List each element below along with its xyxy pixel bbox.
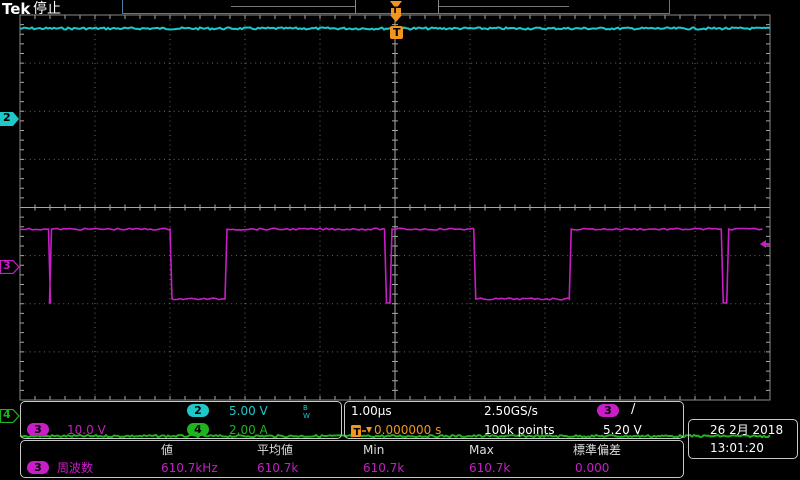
acquisition-status: 停止: [33, 1, 61, 17]
time-per-division[interactable]: 1.00µs: [351, 404, 392, 418]
measurement-value: 610.7kHz: [161, 461, 218, 475]
ch2-scale[interactable]: 5.00 V: [229, 404, 268, 418]
ch3-scale[interactable]: 10.0 V: [67, 423, 106, 437]
ch4-ground-marker[interactable]: 4: [0, 408, 20, 424]
measurement-name[interactable]: 周波数: [57, 461, 93, 475]
ch3-waveform: [19, 227, 763, 304]
trigger-level-marker[interactable]: [760, 234, 770, 248]
trigger-level[interactable]: 5.20 V: [603, 423, 642, 437]
ch4-badge[interactable]: 4: [187, 423, 209, 436]
measurement-header-min: Min: [363, 443, 385, 457]
date-display: 26 2月 2018: [710, 423, 784, 437]
measurement-mean: 610.7k: [257, 461, 299, 475]
sample-rate: 2.50GS/s: [484, 404, 538, 418]
measurement-channel-badge[interactable]: 3: [27, 461, 49, 474]
timebase-trigger-panel[interactable]: 1.00µs 2.50GS/s T 0.000000 s 100k points…: [344, 401, 684, 439]
measurement-panel[interactable]: 値 平均値 Min Max 標準偏差 3 周波数 610.7kHz 610.7k…: [20, 440, 684, 478]
measurement-stddev: 0.000: [575, 461, 610, 475]
trigger-point-label: T: [393, 26, 401, 39]
ch4-marker-label: 4: [3, 408, 11, 421]
time-display: 13:01:20: [710, 441, 764, 455]
channel-settings-panel[interactable]: 2 5.00 V B W 3 10.0 V 4 2.00 A: [20, 401, 342, 439]
datetime-panel: 26 2月 2018 13:01:20: [688, 419, 798, 459]
svg-text:T: T: [354, 427, 361, 438]
trigger-delay[interactable]: 0.000000 s: [374, 423, 441, 437]
oscilloscope-screen: Tek 停止 T T 2 3 4 2 5.00 V B W 3 10.0 V 4…: [0, 0, 800, 480]
ch3-badge[interactable]: 3: [27, 423, 49, 436]
measurement-header-mean: 平均値: [257, 443, 294, 457]
ch2-marker-label: 2: [3, 111, 11, 124]
trigger-marker-label: T: [392, 6, 399, 16]
trigger-slope-icon[interactable]: /: [631, 403, 635, 417]
measurement-header-max: Max: [469, 443, 494, 457]
ch2-bandwidth-limit-icon: B W: [303, 404, 310, 420]
trigger-source-badge[interactable]: 3: [597, 404, 619, 417]
record-length: 100k points: [484, 423, 555, 437]
ch3-ground-marker[interactable]: 3: [0, 259, 20, 275]
measurement-header-value: 値: [161, 443, 174, 457]
ch2-badge[interactable]: 2: [187, 404, 209, 417]
ch2-ground-marker[interactable]: 2: [0, 111, 20, 126]
trigger-delay-icon: T: [351, 423, 373, 438]
trigger-position-marker[interactable]: T: [390, 1, 402, 22]
measurement-header-stddev: 標準偏差: [573, 443, 622, 457]
ch3-marker-label: 3: [3, 259, 11, 272]
brand-logo: Tek: [2, 0, 31, 18]
ch4-scale[interactable]: 2.00 A: [229, 423, 268, 437]
measurement-min: 610.7k: [363, 461, 405, 475]
trigger-point-marker[interactable]: T: [390, 26, 403, 39]
measurement-max: 610.7k: [469, 461, 511, 475]
